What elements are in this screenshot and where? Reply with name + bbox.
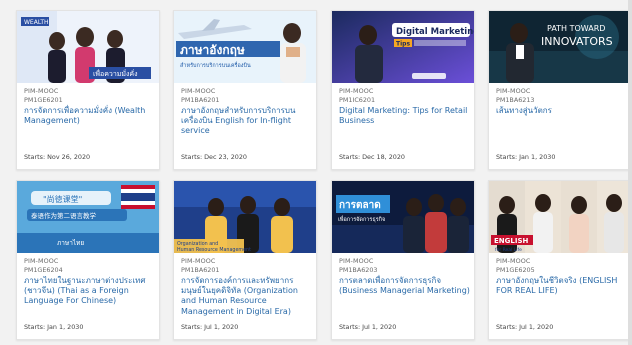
- thumb-caption: "尚徳课堂": [43, 194, 82, 204]
- course-org: PIM-MOOC: [24, 87, 59, 95]
- thumb-caption: Digital Marketing: [396, 27, 474, 37]
- course-code: PM1BA6201: [181, 96, 220, 104]
- course-card[interactable]: ภาษาอังกฤษ สำหรับการบริการบนเครื่องบิน P…: [173, 10, 317, 170]
- course-thumbnail[interactable]: "尚徳课堂" 泰语作为第二语言教学 ภาษาไทย: [17, 181, 159, 253]
- course-org: PIM-MOOC: [24, 257, 59, 265]
- thumbnail-image: Organization and Human Resource Manageme…: [174, 181, 316, 253]
- scrollbar-track[interactable]: [628, 0, 632, 345]
- course-code: PM1BA6201: [181, 266, 220, 274]
- course-thumbnail[interactable]: ENGLISH for Real Life: [489, 181, 631, 253]
- course-grid: WEALTH เพื่อความมั่งคั่ง PIM-MOOC PM1GE6…: [0, 0, 632, 345]
- thumbnail-image: ENGLISH for Real Life: [489, 181, 631, 253]
- course-card[interactable]: WEALTH เพื่อความมั่งคั่ง PIM-MOOC PM1GE6…: [16, 10, 160, 170]
- course-org: PIM-MOOC: [181, 257, 216, 265]
- course-start-date: Starts: Dec 18, 2020: [339, 153, 405, 161]
- thumb-caption: INNOVATORS: [541, 35, 613, 48]
- thumbnail-image: Digital Marketing Tips: [332, 11, 474, 83]
- course-code: PM1IC6201: [339, 96, 376, 104]
- thumb-caption: ภาษาไทย: [57, 239, 84, 247]
- thumbnail-image: "尚徳课堂" 泰语作为第二语言教学 ภาษาไทย: [17, 181, 159, 253]
- course-title-link[interactable]: ภาษาอังกฤษสำหรับการบริการบนเครื่องบิน En…: [181, 106, 313, 137]
- course-card[interactable]: Organization and Human Resource Manageme…: [173, 180, 317, 340]
- course-code: PM1BA6203: [339, 266, 378, 274]
- course-code: PM1GE6204: [24, 266, 63, 274]
- course-start-date: Starts: Jul 1, 2020: [339, 323, 397, 331]
- course-org: PIM-MOOC: [339, 87, 374, 95]
- course-card[interactable]: PATH TOWARD INNOVATORS PIM-MOOC PM1BA621…: [488, 10, 632, 170]
- thumb-caption: เพื่อการจัดการธุรกิจ: [338, 215, 385, 223]
- course-title-link[interactable]: การจัดการเพื่อความมั่งคั่ง (Wealth Manag…: [24, 106, 156, 126]
- course-org: PIM-MOOC: [339, 257, 374, 265]
- course-code: PM1GE6205: [496, 266, 535, 274]
- thumb-caption: ภาษาอังกฤษ: [180, 43, 245, 57]
- thumb-caption: WEALTH: [24, 19, 49, 26]
- thumb-caption: ENGLISH: [494, 237, 528, 245]
- thumb-caption: 泰语作为第二语言教学: [31, 211, 97, 220]
- course-thumbnail[interactable]: การตลาด เพื่อการจัดการธุรกิจ: [332, 181, 474, 253]
- thumb-caption: สำหรับการบริการบนเครื่องบิน: [180, 61, 251, 69]
- course-code: PM1BA6213: [496, 96, 535, 104]
- course-thumbnail[interactable]: WEALTH เพื่อความมั่งคั่ง: [17, 11, 159, 83]
- course-thumbnail[interactable]: Organization and Human Resource Manageme…: [174, 181, 316, 253]
- course-title-link[interactable]: เส้นทางสู่นวัตกร: [496, 106, 628, 116]
- thumb-caption: Organization and: [177, 241, 218, 247]
- course-org: PIM-MOOC: [181, 87, 216, 95]
- course-start-date: Starts: Nov 26, 2020: [24, 153, 91, 161]
- course-card[interactable]: "尚徳课堂" 泰语作为第二语言教学 ภาษาไทย PIM-MOOC PM1GE…: [16, 180, 160, 340]
- course-org: PIM-MOOC: [496, 87, 531, 95]
- course-org: PIM-MOOC: [496, 257, 531, 265]
- course-title-link[interactable]: ภาษาไทยในฐานะภาษาต่างประเทศ (ชาวจีน) (Th…: [24, 276, 156, 307]
- thumb-caption: Human Resource Management: [177, 247, 251, 253]
- course-title-link[interactable]: การตลาดเพื่อการจัดการธุรกิจ (Business Ma…: [339, 276, 471, 296]
- course-card[interactable]: ENGLISH for Real Life PIM-MOOC PM1GE6205…: [488, 180, 632, 340]
- course-card[interactable]: การตลาด เพื่อการจัดการธุรกิจ PIM-MOOC PM…: [331, 180, 475, 340]
- course-thumbnail[interactable]: PATH TOWARD INNOVATORS: [489, 11, 631, 83]
- thumbnail-image: การตลาด เพื่อการจัดการธุรกิจ: [332, 181, 474, 253]
- course-title-link[interactable]: ภาษาอังกฤษในชีวิตจริง (ENGLISH FOR REAL …: [496, 276, 628, 296]
- thumb-caption: การตลาด: [339, 200, 381, 211]
- course-code: PM1GE6201: [24, 96, 63, 104]
- course-thumbnail[interactable]: Digital Marketing Tips: [332, 11, 474, 83]
- thumbnail-image: WEALTH เพื่อความมั่งคั่ง: [17, 11, 159, 83]
- thumbnail-image: PATH TOWARD INNOVATORS: [489, 11, 631, 83]
- course-start-date: Starts: Jan 1, 2030: [496, 153, 556, 161]
- thumb-caption: for Real Life: [495, 247, 522, 253]
- course-start-date: Starts: Jul 1, 2020: [181, 323, 239, 331]
- thumb-caption: เพื่อความมั่งคั่ง: [93, 69, 138, 78]
- course-title-link[interactable]: การจัดการองค์การและทรัพยากรมนุษย์ในยุคดิ…: [181, 276, 313, 317]
- course-start-date: Starts: Dec 23, 2020: [181, 153, 247, 161]
- thumb-caption: Tips: [396, 41, 410, 48]
- course-card[interactable]: Digital Marketing Tips PIM-MOOC PM1IC620…: [331, 10, 475, 170]
- course-start-date: Starts: Jul 1, 2020: [496, 323, 554, 331]
- course-title-link[interactable]: Digital Marketing: Tips for Retail Busin…: [339, 106, 471, 126]
- course-start-date: Starts: Jan 1, 2030: [24, 323, 84, 331]
- thumbnail-image: ภาษาอังกฤษ สำหรับการบริการบนเครื่องบิน: [174, 11, 316, 83]
- course-thumbnail[interactable]: ภาษาอังกฤษ สำหรับการบริการบนเครื่องบิน: [174, 11, 316, 83]
- thumb-caption: PATH TOWARD: [547, 24, 605, 33]
